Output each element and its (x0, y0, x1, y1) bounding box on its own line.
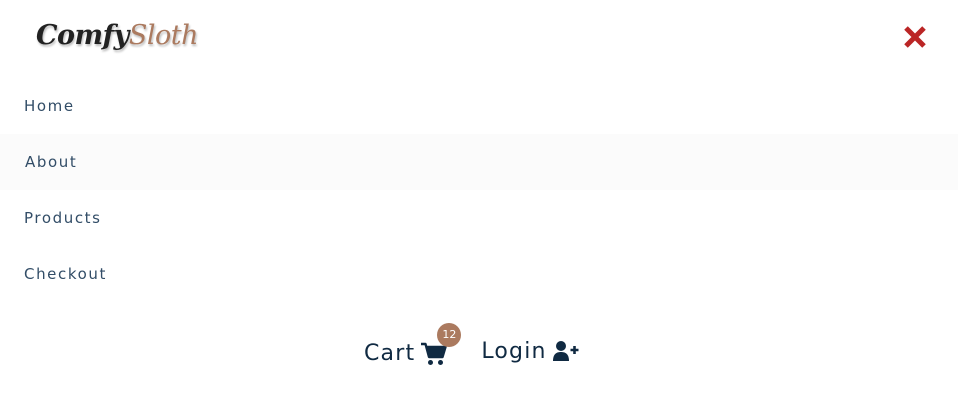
cart-button[interactable]: Cart 12 (364, 322, 462, 366)
logo-text-comfy: Comfy (36, 20, 129, 51)
logo[interactable]: ComfySloth (36, 18, 199, 54)
nav-links: Home About Products Checkout (0, 78, 958, 302)
login-label: Login (481, 338, 547, 364)
sidebar-header: ComfySloth (0, 0, 958, 78)
logo-text-sloth: Sloth (128, 20, 199, 51)
login-button[interactable]: Login (481, 338, 579, 364)
cart-label: Cart (364, 341, 416, 366)
cart-icon-container: 12 (421, 322, 462, 366)
user-plus-icon (552, 341, 579, 361)
cart-count-badge: 12 (437, 322, 462, 347)
close-button[interactable] (898, 20, 932, 54)
cart-login-actions: Cart 12 Login (364, 322, 579, 376)
nav-item-about[interactable]: About (0, 134, 958, 190)
nav-item-home[interactable]: Home (0, 78, 958, 134)
nav-item-products[interactable]: Products (0, 190, 958, 246)
close-icon (904, 26, 926, 48)
nav-item-checkout[interactable]: Checkout (0, 246, 958, 302)
